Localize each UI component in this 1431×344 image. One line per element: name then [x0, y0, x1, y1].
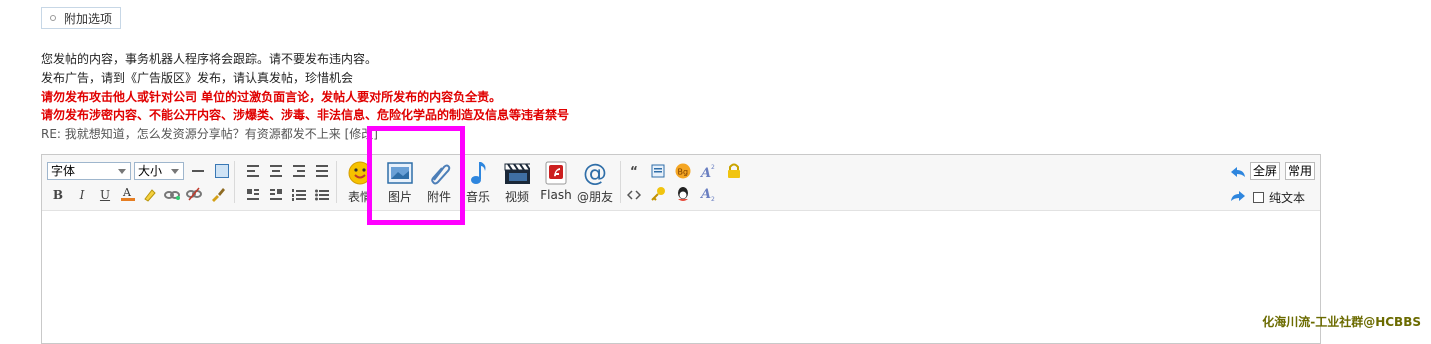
font-family-value: 字体 — [51, 164, 76, 178]
font-color-icon[interactable]: A — [120, 185, 136, 201]
editor-toolbar: 字体 大小 B I U A 表情 图片 附件 音乐 视频 Flash @ @朋友… — [42, 155, 1320, 211]
align-justify-icon[interactable] — [314, 163, 330, 179]
align-center-icon[interactable] — [268, 163, 284, 179]
undo-icon[interactable] — [1230, 164, 1246, 180]
notice-tracking: 您发帖的内容，事务机器人程序将会跟踪。请不要发布违内容。 — [41, 52, 378, 66]
svg-text:A: A — [700, 166, 711, 179]
flash-label: Flash — [540, 188, 572, 202]
video-button[interactable]: 视频 — [499, 161, 535, 205]
svg-text:A: A — [122, 186, 132, 199]
mention-label: @朋友 — [577, 190, 614, 204]
float-left-icon[interactable] — [245, 187, 261, 203]
background-music-icon[interactable]: Bg — [675, 163, 691, 179]
toolbar-divider — [234, 161, 235, 203]
subscript-icon[interactable]: A2 — [700, 186, 716, 202]
align-right-icon[interactable] — [291, 163, 307, 179]
float-right-icon[interactable] — [268, 187, 284, 203]
code-icon[interactable] — [626, 187, 642, 203]
toolbar-divider — [620, 161, 621, 203]
svg-text:2: 2 — [711, 164, 715, 171]
font-family-select[interactable]: 字体 — [47, 162, 131, 180]
extra-options-label: 附加选项 — [64, 11, 113, 26]
flash-button[interactable]: Flash — [538, 161, 574, 202]
clear-format-icon[interactable] — [210, 186, 226, 202]
flash-icon — [543, 161, 569, 185]
reply-title: RE: 我就想知道，怎么发资源分享帖？有资源都发不上来 [修改] — [41, 127, 378, 141]
horizontal-rule-icon[interactable] — [190, 163, 206, 179]
watermark: 化海川流-工业社群@HCBBS — [1262, 315, 1421, 329]
code-block-icon[interactable] — [650, 163, 666, 179]
align-left-icon[interactable] — [245, 163, 261, 179]
superscript-icon[interactable]: A2 — [700, 163, 716, 179]
fullscreen-button[interactable]: 全屏 — [1250, 162, 1281, 180]
notice-no-secrets: 请勿发布涉密内容、不能公开内容、涉爆类、涉毒、非法信息、危险化学品的制造及信息等… — [41, 108, 570, 122]
lock-icon[interactable] — [726, 163, 742, 179]
bullet-icon — [50, 15, 56, 21]
key-icon[interactable] — [650, 186, 666, 202]
annotation-highlight-box — [367, 126, 465, 225]
font-size-select[interactable]: 大小 — [134, 162, 184, 180]
post-editor: 字体 大小 B I U A 表情 图片 附件 音乐 视频 Flash @ @朋友… — [41, 154, 1321, 344]
chevron-down-icon — [118, 169, 126, 174]
ordered-list-icon[interactable] — [291, 187, 307, 203]
svg-text:2: 2 — [711, 196, 715, 202]
editor-textarea[interactable] — [42, 211, 1320, 343]
common-button[interactable]: 常用 — [1285, 162, 1316, 180]
highlight-icon[interactable] — [142, 186, 158, 202]
svg-text:Bg: Bg — [678, 168, 689, 177]
unlink-icon[interactable] — [186, 186, 202, 202]
background-color-icon[interactable] — [214, 163, 230, 179]
music-note-icon — [465, 161, 491, 185]
clapperboard-icon — [504, 161, 530, 185]
music-label: 音乐 — [465, 190, 490, 204]
redo-icon[interactable] — [1230, 188, 1246, 204]
music-button[interactable]: 音乐 — [460, 161, 496, 205]
notice-no-attacks: 请勿发布攻击他人或针对公司 单位的过激负面言论，发帖人要对所发布的内容负全责。 — [41, 90, 502, 104]
qq-icon[interactable] — [675, 186, 691, 202]
mention-button[interactable]: @ @朋友 — [577, 161, 613, 205]
toolbar-divider — [336, 161, 337, 203]
at-sign-icon: @ — [582, 161, 608, 185]
italic-icon[interactable]: I — [74, 187, 90, 203]
font-size-value: 大小 — [138, 164, 163, 178]
chevron-down-icon — [171, 169, 179, 174]
plaintext-label: 纯文本 — [1269, 191, 1306, 205]
unordered-list-icon[interactable] — [314, 187, 330, 203]
svg-text:A: A — [700, 187, 711, 202]
link-icon[interactable] — [164, 186, 180, 202]
quote-icon[interactable]: “ — [626, 163, 642, 179]
underline-icon[interactable]: U — [97, 187, 113, 203]
extra-options-button[interactable]: 附加选项 — [41, 7, 121, 29]
bold-icon[interactable]: B — [50, 187, 66, 203]
video-label: 视频 — [504, 190, 529, 204]
svg-text:@: @ — [583, 161, 607, 185]
notice-ads: 发布广告，请到《广告版区》发布，请认真发帖，珍惜机会 — [41, 71, 354, 85]
plaintext-checkbox[interactable] — [1253, 192, 1264, 203]
